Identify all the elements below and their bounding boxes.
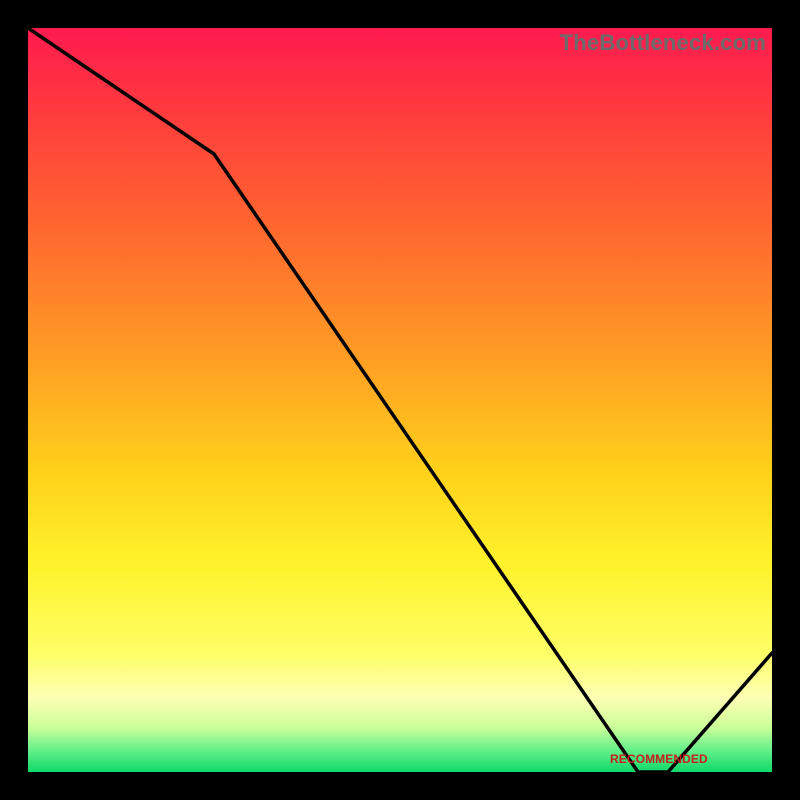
recommended-label: RECOMMENDED: [610, 752, 708, 766]
plot-area: [28, 28, 772, 772]
watermark-text: TheBottleneck.com: [560, 30, 766, 56]
chart-frame: TheBottleneck.com RECOMMENDED: [0, 0, 800, 800]
